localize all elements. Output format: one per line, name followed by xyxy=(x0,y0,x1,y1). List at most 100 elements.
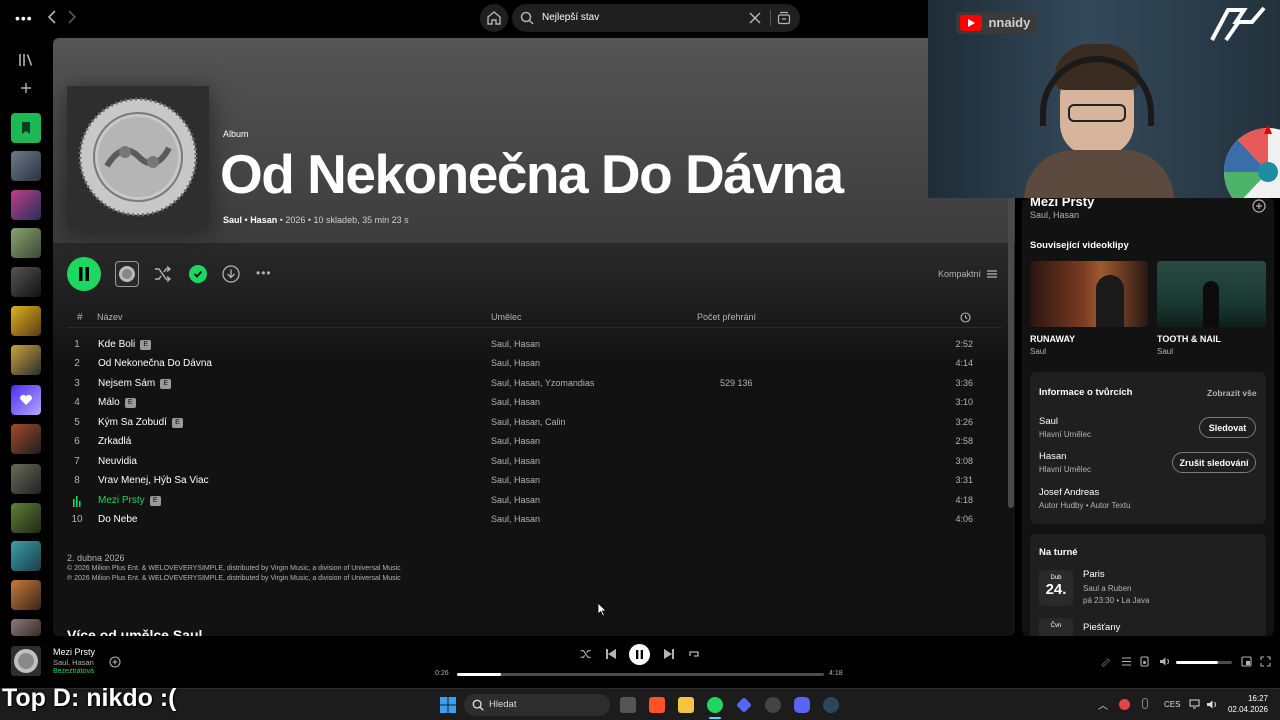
track-title[interactable]: Neuvidia xyxy=(98,456,137,467)
add-icon[interactable] xyxy=(19,81,33,95)
volume-icon[interactable] xyxy=(1159,656,1171,667)
playlist-cover[interactable] xyxy=(11,345,41,375)
playlist-cover[interactable] xyxy=(11,619,41,636)
track-artists[interactable]: Saul, Hasan xyxy=(491,397,540,407)
windows-start-icon[interactable] xyxy=(440,697,456,713)
mini-player-icon[interactable] xyxy=(1241,656,1252,667)
home-button[interactable] xyxy=(480,4,508,32)
queue-icon[interactable] xyxy=(1121,656,1132,667)
next-track-icon[interactable] xyxy=(663,648,675,660)
track-row[interactable]: 6 Zrkadlá Saul, Hasan 2:58 xyxy=(67,436,1002,455)
steam-icon[interactable] xyxy=(823,697,839,713)
shuffle-icon[interactable] xyxy=(154,266,172,282)
track-title[interactable]: Nejsem Sám E xyxy=(98,378,172,389)
tour-city[interactable]: Piešťany xyxy=(1083,622,1120,633)
app-icon[interactable] xyxy=(736,697,752,713)
microphone-icon[interactable] xyxy=(1142,698,1148,709)
now-playing-artists[interactable]: Saul, Hasan xyxy=(53,658,94,667)
play-pause-button[interactable] xyxy=(629,644,650,665)
track-row[interactable]: 10 Do Nebe Saul, Hasan 4:06 xyxy=(67,514,1002,533)
video-thumbnail[interactable] xyxy=(1157,261,1266,327)
track-artists[interactable]: Saul, Hasan xyxy=(491,358,540,368)
previous-track-icon[interactable] xyxy=(605,648,617,660)
track-row[interactable]: 7 Neuvidia Saul, Hasan 3:08 xyxy=(67,456,1002,475)
credit-name[interactable]: Hasan xyxy=(1039,451,1066,462)
download-icon[interactable] xyxy=(222,265,240,283)
volume-slider[interactable] xyxy=(1176,661,1232,664)
taskbar-search[interactable]: Hledat xyxy=(464,694,610,716)
panel-track-artists[interactable]: Saul, Hasan xyxy=(1030,210,1079,220)
more-options-icon[interactable]: ••• xyxy=(256,266,272,280)
track-artists[interactable]: Saul, Hasan xyxy=(491,436,540,446)
liked-songs-cover[interactable] xyxy=(11,385,41,415)
repeat-icon[interactable] xyxy=(688,648,700,660)
back-arrow-icon[interactable] xyxy=(46,9,58,25)
track-artists[interactable]: Saul, Hasan xyxy=(491,456,540,466)
input-language[interactable]: CES xyxy=(1164,700,1180,709)
track-title[interactable]: Zrkadlá xyxy=(98,436,131,447)
playlist-cover[interactable] xyxy=(11,503,41,533)
brave-icon[interactable] xyxy=(649,697,665,713)
track-title-text[interactable]: Zrkadlá xyxy=(98,436,131,447)
discord-icon[interactable] xyxy=(794,697,810,713)
speaker-icon[interactable] xyxy=(1206,699,1218,710)
track-title-text[interactable]: Do Nebe xyxy=(98,514,137,525)
video-title[interactable]: TOOTH & NAIL xyxy=(1157,334,1221,344)
track-title[interactable]: Mezi Prsty E xyxy=(98,495,161,506)
video-title[interactable]: RUNAWAY xyxy=(1030,334,1075,344)
playlist-cover[interactable] xyxy=(11,424,41,454)
track-row[interactable]: 3 Nejsem Sám E Saul, Hasan, Yzomandias 529 1… xyxy=(67,378,1002,397)
follow-button[interactable]: Sledovat xyxy=(1199,417,1256,438)
playlist-cover[interactable] xyxy=(11,464,41,494)
track-title[interactable]: Málo E xyxy=(98,397,136,409)
saved-check-button[interactable] xyxy=(189,265,207,283)
track-artists[interactable]: Saul, Hasan, Calin xyxy=(491,417,566,427)
track-row[interactable]: Mezi Prsty E Saul, Hasan 4:18 xyxy=(67,495,1002,514)
clock-time[interactable]: 16:27 xyxy=(1228,694,1268,703)
track-row[interactable]: 5 Kým Sa Zobudí E Saul, Hasan, Calin 3:26 xyxy=(67,417,1002,436)
fullscreen-icon[interactable] xyxy=(1260,656,1271,667)
playlist-cover[interactable] xyxy=(11,306,41,336)
scrollbar[interactable] xyxy=(1008,188,1014,508)
video-thumbnail[interactable] xyxy=(1030,261,1148,327)
track-title[interactable]: Do Nebe xyxy=(98,514,137,525)
track-title[interactable]: Kým Sa Zobudí E xyxy=(98,417,183,428)
playlist-cover[interactable] xyxy=(11,228,41,258)
artist-link[interactable]: Hasan xyxy=(250,215,277,225)
track-artists[interactable]: Saul, Hasan xyxy=(491,495,540,505)
now-playing-title[interactable]: Mezi Prsty xyxy=(53,647,95,657)
saved-episodes-cover[interactable] xyxy=(11,113,41,143)
view-toggle[interactable]: Kompaktní xyxy=(938,269,997,279)
tour-date-tile[interactable]: Čvn xyxy=(1039,618,1073,636)
now-playing-cover[interactable] xyxy=(11,646,41,676)
task-view-icon[interactable] xyxy=(620,697,636,713)
track-title[interactable]: Kde Boli E xyxy=(98,339,152,350)
tray-app-icon[interactable] xyxy=(1119,699,1130,710)
video-artist[interactable]: Saul xyxy=(1030,347,1046,356)
browse-icon[interactable] xyxy=(777,11,791,25)
track-title-text[interactable]: Nejsem Sám xyxy=(98,378,155,389)
library-icon[interactable] xyxy=(18,53,34,67)
unfollow-button[interactable]: Zrušit sledování xyxy=(1172,452,1256,473)
file-explorer-icon[interactable] xyxy=(678,697,694,713)
search-bar[interactable]: Nejlepší stav xyxy=(512,4,800,32)
lyrics-icon[interactable] xyxy=(1100,656,1111,667)
add-to-library-icon[interactable] xyxy=(109,656,121,668)
track-title[interactable]: Od Nekonečna Do Dávna xyxy=(98,358,212,369)
track-title-text[interactable]: Kým Sa Zobudí xyxy=(98,417,167,428)
spotify-icon[interactable] xyxy=(707,697,723,713)
track-title-text[interactable]: Od Nekonečna Do Dávna xyxy=(98,358,212,369)
more-from-artist-heading[interactable]: Více od umělce Saul xyxy=(67,627,202,636)
chat-app-icon[interactable] xyxy=(765,697,781,713)
album-thumbnail-button[interactable] xyxy=(115,261,139,287)
track-title-text[interactable]: Málo xyxy=(98,397,120,408)
clock-date[interactable]: 02.04.2026 xyxy=(1222,705,1268,714)
track-title[interactable]: Vrav Menej, Hýb Sa Viac xyxy=(98,475,209,486)
track-artists[interactable]: Saul, Hasan xyxy=(491,475,540,485)
pause-button[interactable] xyxy=(67,257,101,291)
tray-chevron-icon[interactable]: ︿ xyxy=(1098,697,1108,712)
tour-date-tile[interactable]: Dub 24. xyxy=(1039,570,1073,606)
credits-show-all-link[interactable]: Zobrazit vše xyxy=(1207,388,1257,398)
track-title-text[interactable]: Mezi Prsty xyxy=(98,495,145,506)
track-row[interactable]: 2 Od Nekonečna Do Dávna Saul, Hasan 4:14 xyxy=(67,358,1002,377)
